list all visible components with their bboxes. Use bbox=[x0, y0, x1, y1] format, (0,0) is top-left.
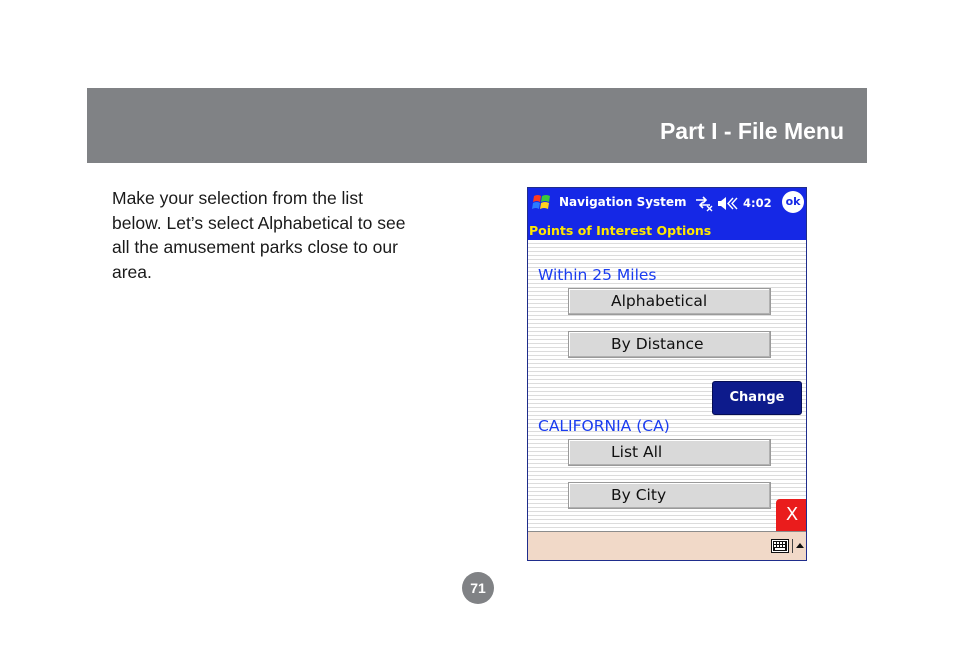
input-menu-arrow-icon[interactable] bbox=[792, 539, 805, 553]
page-title: Part I - File Menu bbox=[659, 118, 844, 144]
windows-start-icon[interactable] bbox=[531, 192, 553, 214]
alphabetical-button[interactable]: Alphabetical bbox=[568, 288, 771, 315]
instruction-line: below. Let’s select Alphabetical to see bbox=[112, 212, 406, 233]
app-title: Navigation System bbox=[559, 195, 687, 209]
screen-subtitle: Points of Interest Options bbox=[529, 223, 712, 238]
pda-screen: Navigation System 4:02 ok Points of Inte… bbox=[527, 187, 807, 561]
instruction-paragraph: Make your selection from the list below.… bbox=[112, 186, 472, 284]
instruction-line: area. bbox=[112, 261, 152, 282]
pda-subtitle-bar: Points of Interest Options bbox=[528, 218, 806, 240]
within-25-miles-label: Within 25 Miles bbox=[538, 266, 657, 284]
list-all-button[interactable]: List All bbox=[568, 439, 771, 466]
california-label: CALIFORNIA (CA) bbox=[538, 417, 670, 435]
connectivity-icon[interactable] bbox=[694, 195, 714, 212]
by-city-button[interactable]: By City bbox=[568, 482, 771, 509]
change-button[interactable]: Change bbox=[712, 381, 802, 415]
header-band: Part I - File Menu bbox=[87, 88, 867, 163]
pda-content-area: Within 25 Miles Alphabetical By Distance… bbox=[528, 240, 806, 532]
clock-time[interactable]: 4:02 bbox=[743, 196, 772, 210]
page-number-badge: 71 bbox=[462, 572, 494, 604]
instruction-line: all the amusement parks close to our bbox=[112, 237, 398, 257]
close-button[interactable]: X bbox=[776, 499, 806, 531]
instruction-line: Make your selection from the list bbox=[112, 188, 363, 208]
volume-icon[interactable] bbox=[716, 196, 738, 211]
keyboard-icon[interactable] bbox=[771, 539, 789, 553]
by-distance-button[interactable]: By Distance bbox=[568, 331, 771, 358]
pda-title-bar: Navigation System 4:02 ok bbox=[528, 188, 806, 218]
input-panel-bar bbox=[528, 531, 806, 560]
ok-button[interactable]: ok bbox=[782, 191, 804, 213]
